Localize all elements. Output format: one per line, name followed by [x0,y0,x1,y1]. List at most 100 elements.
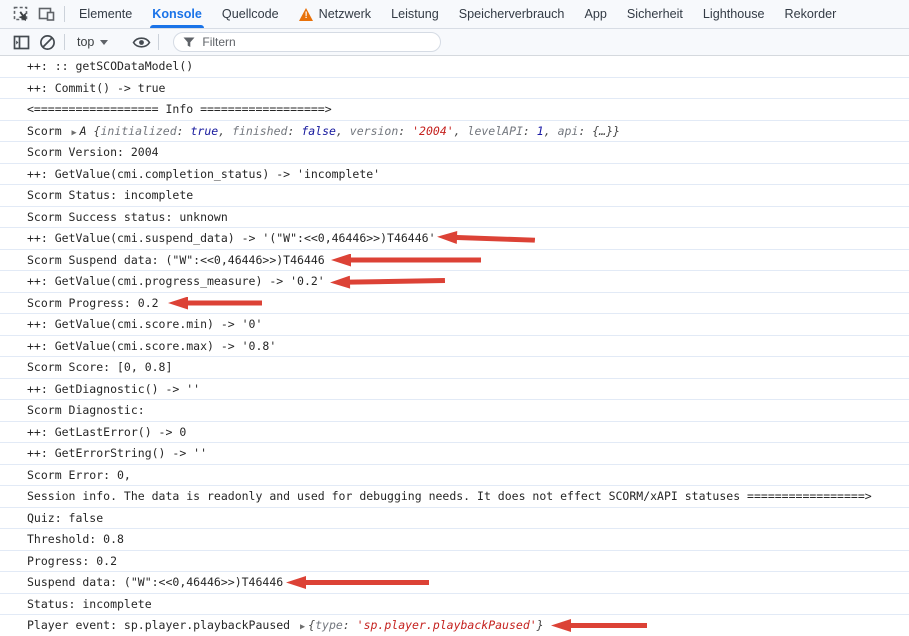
tab-label: Speicherverbrauch [459,7,565,21]
message-segment: ++: Commit() -> true [27,81,165,95]
message-segment: finished [232,124,287,138]
message-segment: type [315,618,343,632]
tab-lighthouse[interactable]: Lighthouse [693,0,775,28]
message-segment: ++: GetValue(cmi.score.max) -> '0.8' [27,339,276,353]
console-sidebar-icon[interactable] [8,30,34,54]
message-segment: ++: GetLastError() -> 0 [27,425,186,439]
message-segment: : [523,124,537,138]
message-segment: , [454,124,468,138]
filter-funnel-icon [183,37,195,48]
message-segment: : [177,124,191,138]
message-segment: : [287,124,301,138]
tab-konsole[interactable]: Konsole [142,0,212,28]
annotation-arrow [168,297,262,310]
console-message: ++: GetValue(cmi.suspend_data) -> '("W":… [0,228,909,250]
message-segment: ++: GetValue(cmi.score.min) -> '0' [27,317,262,331]
devtools-tool-icons [0,0,69,28]
message-segment: , [336,124,350,138]
tab-label: Rekorder [785,7,837,21]
console-message: <================== Info ===============… [0,99,909,121]
message-segment: ++: GetValue(cmi.suspend_data) -> '("W":… [27,231,436,245]
message-segment: : [578,124,592,138]
tab-elemente[interactable]: Elemente [69,0,142,28]
clear-console-icon[interactable] [34,30,60,54]
inspect-element-icon[interactable] [8,2,34,26]
tab-rekorder[interactable]: Rekorder [775,0,847,28]
filter-input[interactable] [202,35,402,49]
live-expression-eye-icon[interactable] [128,30,154,54]
tab-label: Konsole [152,7,202,21]
message-segment: 'sp.player.playbackPaused' [357,618,537,632]
message-segment: ++: GetDiagnostic() -> '' [27,382,200,396]
console-message: Session info. The data is readonly and u… [0,486,909,508]
message-segment: <================== Info ===============… [27,102,332,116]
console-filter-box[interactable] [173,32,441,52]
message-segment: Threshold: 0.8 [27,532,124,546]
message-segment: Scorm Score: [0, 0.8] [27,360,172,374]
console-message: ++: GetValue(cmi.score.max) -> '0.8' [0,336,909,358]
tab-sicherheit[interactable]: Sicherheit [617,0,693,28]
message-segment: } [537,618,544,632]
console-message: Scorm ▶A {initialized: true, finished: f… [0,121,909,143]
devtools-tab-strip: Elemente Konsole Quellcode NetzwerkLeistung… [69,0,846,28]
tab-label: Sicherheit [627,7,683,21]
toolbar-divider [64,34,65,50]
console-message: Scorm Status: incomplete [0,185,909,207]
tab-label: Elemente [79,7,132,21]
message-segment: {…}} [592,124,620,138]
message-segment: false [301,124,336,138]
message-segment: ++: :: getSCODataModel() [27,59,193,73]
tab-app[interactable]: App [574,0,616,28]
tab-quellcode[interactable]: Quellcode [212,0,289,28]
console-message: ++: GetDiagnostic() -> '' [0,379,909,401]
message-segment: Player event: sp.player.playbackPaused [27,618,297,632]
tab-netzwerk[interactable]: Netzwerk [289,0,381,28]
message-segment: Scorm Diagnostic: [27,403,145,417]
console-message: ++: GetValue(cmi.completion_status) -> '… [0,164,909,186]
message-segment: Scorm Status: incomplete [27,188,193,202]
console-message: Scorm Suspend data: ("W":<<0,46446>>)T46… [0,250,909,272]
console-message: Scorm Diagnostic: [0,400,909,422]
context-selector[interactable]: top [69,35,116,49]
tab-speicherverbrauch[interactable]: Speicherverbrauch [449,0,575,28]
console-message: Progress: 0.2 [0,551,909,573]
console-message: Scorm Progress: 0.2 [0,293,909,315]
message-segment: Session info. The data is readonly and u… [27,489,872,503]
console-message: Scorm Version: 2004 [0,142,909,164]
message-segment: true [191,124,219,138]
console-message: Player event: sp.player.playbackPaused ▶… [0,615,909,636]
message-segment: : [398,124,412,138]
message-segment: ++: GetErrorString() -> '' [27,446,207,460]
message-segment: levelAPI [468,124,523,138]
chevron-down-icon [100,40,108,45]
tab-label: Lighthouse [703,7,765,21]
message-segment: , [544,124,558,138]
message-segment: ++: GetValue(cmi.progress_measure) -> '0… [27,274,325,288]
console-output: ++: :: getSCODataModel()++: Commit() -> … [0,56,909,636]
toolbar-divider [158,34,159,50]
tab-leistung[interactable]: Leistung [381,0,449,28]
message-segment: : [343,618,357,632]
message-segment: Scorm Error: 0, [27,468,131,482]
message-segment: 1 [537,124,544,138]
console-message: Quiz: false [0,508,909,530]
message-segment: Status: incomplete [27,597,152,611]
message-segment: Progress: 0.2 [27,554,117,568]
annotation-arrow [331,254,481,267]
console-message: ++: :: getSCODataModel() [0,56,909,78]
message-segment: version [350,124,398,138]
message-segment: '2004' [412,124,454,138]
expand-caret-icon[interactable]: ▶ [297,622,308,632]
console-message: Scorm Score: [0, 0.8] [0,357,909,379]
device-toolbar-icon[interactable] [34,2,60,26]
console-message: ++: GetLastError() -> 0 [0,422,909,444]
message-segment: Scorm [27,124,69,138]
message-segment: ++: GetValue(cmi.completion_status) -> '… [27,167,380,181]
console-message: Status: incomplete [0,594,909,616]
tab-label: Quellcode [222,7,279,21]
devtools-tab-bar: Elemente Konsole Quellcode NetzwerkLeistung… [0,0,909,29]
expand-caret-icon[interactable]: ▶ [69,128,80,138]
message-segment: Scorm Version: 2004 [27,145,159,159]
network-warning-icon [299,8,314,21]
message-segment: Suspend data: ("W":<<0,46446>>)T46446 [27,575,283,589]
